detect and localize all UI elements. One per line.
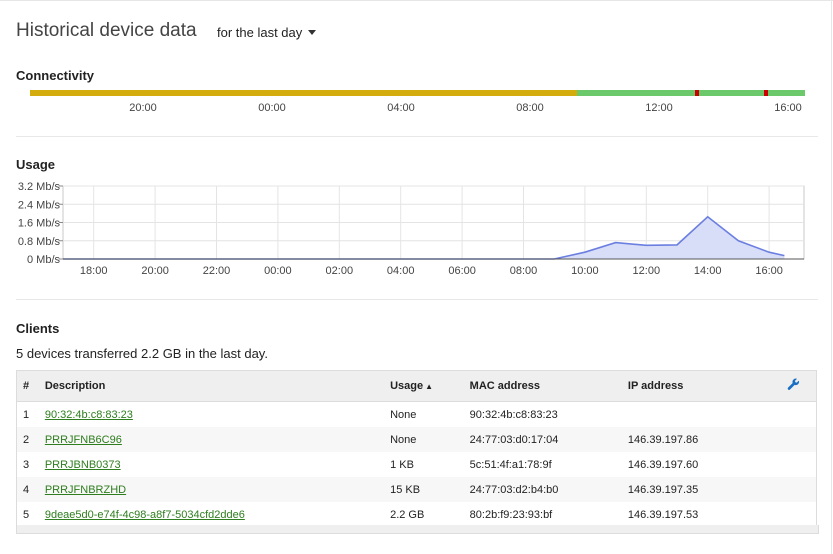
chart-y-tick-label: 1.6 Mb/s bbox=[18, 218, 61, 230]
column-header-usage-label: Usage bbox=[390, 380, 424, 392]
row-description-cell: PRRJFNB6C96 bbox=[45, 427, 390, 452]
clients-summary: 5 devices transferred 2.2 GB in the last… bbox=[16, 346, 268, 361]
row-empty bbox=[787, 427, 817, 452]
client-link[interactable]: PRRJBNB0373 bbox=[45, 459, 121, 471]
client-link[interactable]: 9deae5d0-e74f-4c98-a8f7-5034cfd2dde6 bbox=[45, 509, 245, 521]
connectivity-tick: 20:00 bbox=[129, 102, 157, 114]
table-row: 1 90:32:4b:c8:83:23 None 90:32:4b:c8:83:… bbox=[17, 402, 817, 428]
clients-title: Clients bbox=[16, 321, 60, 336]
row-usage: None bbox=[390, 433, 417, 446]
connectivity-segment-good bbox=[577, 90, 805, 96]
column-header-description-label: Description bbox=[44, 380, 106, 392]
column-header-ip-label: IP address bbox=[627, 380, 684, 392]
chart-x-tick-label: 16:00 bbox=[755, 265, 783, 277]
table-row: 5 9deae5d0-e74f-4c98-a8f7-5034cfd2dde6 2… bbox=[17, 502, 817, 528]
connectivity-tick: 00:00 bbox=[258, 102, 286, 114]
table-row: 4 PRRJFNBRZHD 15 KB 24:77:03:d2:b4:b0 14… bbox=[16, 477, 817, 502]
chart-x-tick-label: 10:00 bbox=[571, 265, 599, 277]
table-header-row: # Description Usage ▲ MAC address IP addr… bbox=[16, 370, 817, 402]
row-usage: 2.2 GB bbox=[390, 508, 425, 521]
row-empty bbox=[787, 452, 817, 477]
time-range-label: for the last day bbox=[217, 25, 303, 40]
chart-x-tick-label: 12:00 bbox=[633, 265, 661, 277]
chart-y-tick-label: 0 Mb/s bbox=[27, 254, 61, 266]
connectivity-segment-offline bbox=[695, 90, 699, 96]
row-num: 3 bbox=[23, 458, 30, 471]
column-header-mac-label: MAC address bbox=[469, 380, 540, 392]
row-num: 2 bbox=[23, 433, 30, 446]
connectivity-segment-offline bbox=[764, 90, 768, 96]
chart-x-tick-label: 20:00 bbox=[141, 265, 169, 277]
client-link[interactable]: PRRJFNBRZHD bbox=[45, 484, 126, 496]
section-divider bbox=[16, 136, 818, 137]
row-empty bbox=[787, 402, 817, 428]
page-title: Historical device data bbox=[16, 20, 197, 41]
client-link[interactable]: PRRJFNB6C96 bbox=[45, 434, 122, 446]
row-num: 5 bbox=[23, 508, 30, 521]
chart-x-tick-label: 22:00 bbox=[203, 265, 231, 277]
chart-x-tick-label: 18:00 bbox=[80, 265, 108, 277]
connectivity-tick: 16:00 bbox=[774, 102, 802, 114]
table-row: 3 PRRJBNB0373 1 KB 5c:51:4f:a1:78:9f 146… bbox=[17, 452, 817, 477]
row-usage: None bbox=[390, 408, 417, 421]
row-ip: 146.39.197.86 bbox=[627, 433, 699, 446]
clients-table: # Description Usage ▲ MAC address IP addr… bbox=[16, 370, 817, 528]
top-border bbox=[0, 0, 833, 1]
chart-x-tick-label: 02:00 bbox=[326, 265, 354, 277]
row-num: 4 bbox=[23, 483, 30, 496]
chart-x-tick-label: 14:00 bbox=[694, 265, 722, 277]
row-empty bbox=[787, 477, 817, 502]
section-divider bbox=[16, 299, 818, 300]
row-description-cell: 9deae5d0-e74f-4c98-a8f7-5034cfd2dde6 bbox=[45, 502, 390, 528]
row-ip: 146.39.197.53 bbox=[627, 508, 699, 521]
time-range-dropdown[interactable]: for the last day bbox=[217, 25, 317, 40]
row-mac: 24:77:03:d2:b4:b0 bbox=[469, 483, 559, 496]
table-footer bbox=[16, 525, 819, 534]
row-mac: 80:2b:f9:23:93:bf bbox=[469, 508, 553, 521]
chevron-down-icon bbox=[308, 30, 317, 35]
chart-y-tick-label: 0.8 Mb/s bbox=[18, 236, 61, 248]
chart-x-tick-label: 04:00 bbox=[387, 265, 415, 277]
row-mac: 5c:51:4f:a1:78:9f bbox=[469, 458, 552, 471]
row-mac: 24:77:03:d0:17:04 bbox=[469, 433, 559, 446]
connectivity-tick: 08:00 bbox=[516, 102, 544, 114]
row-ip: 146.39.197.35 bbox=[627, 483, 699, 496]
chart-y-tick-label: 2.4 Mb/s bbox=[18, 199, 61, 211]
column-header-description[interactable]: Description bbox=[44, 370, 391, 402]
sort-ascending-icon: ▲ bbox=[425, 382, 434, 391]
column-settings[interactable] bbox=[787, 370, 817, 402]
column-header-mac[interactable]: MAC address bbox=[469, 370, 628, 402]
table-row: 2 PRRJFNB6C96 None 24:77:03:d0:17:04 146… bbox=[16, 427, 817, 452]
column-header-num: # bbox=[16, 370, 45, 402]
row-num: 1 bbox=[23, 408, 30, 421]
connectivity-tick: 04:00 bbox=[387, 102, 415, 114]
chart-x-tick-label: 00:00 bbox=[264, 265, 292, 277]
row-usage: 15 KB bbox=[390, 483, 421, 496]
row-ip: 146.39.197.60 bbox=[627, 458, 699, 471]
chart-x-tick-label: 08:00 bbox=[510, 265, 538, 277]
client-link[interactable]: 90:32:4b:c8:83:23 bbox=[45, 409, 133, 421]
wrench-icon[interactable] bbox=[787, 378, 800, 391]
row-description-cell: 90:32:4b:c8:83:23 bbox=[45, 402, 390, 428]
column-header-ip[interactable]: IP address bbox=[627, 370, 787, 402]
connectivity-bar[interactable] bbox=[30, 90, 805, 96]
row-description-cell: PRRJFNBRZHD bbox=[45, 477, 390, 502]
connectivity-tick: 12:00 bbox=[645, 102, 673, 114]
connectivity-segment-poor bbox=[30, 90, 577, 96]
row-ip bbox=[628, 402, 787, 428]
usage-chart[interactable]: 0 Mb/s 0.8 Mb/s 1.6 Mb/s 2.4 Mb/s 3.2 Mb/s 18… bbox=[0, 180, 833, 280]
row-description-cell: PRRJBNB0373 bbox=[45, 452, 390, 477]
usage-title: Usage bbox=[16, 157, 56, 172]
row-mac: 90:32:4b:c8:83:23 bbox=[469, 408, 558, 421]
column-header-usage[interactable]: Usage ▲ bbox=[390, 370, 470, 402]
chart-y-tick-label: 3.2 Mb/s bbox=[18, 181, 61, 193]
row-empty bbox=[787, 502, 817, 528]
connectivity-title: Connectivity bbox=[16, 68, 95, 83]
row-usage: 1 KB bbox=[390, 458, 414, 471]
chart-x-tick-label: 06:00 bbox=[448, 265, 476, 277]
